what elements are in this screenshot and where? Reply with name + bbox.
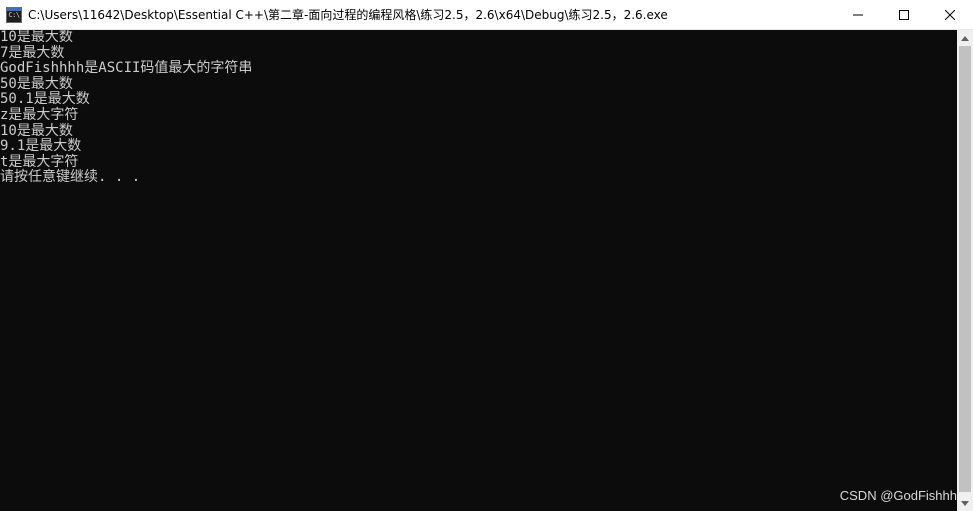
console-line: 7是最大数: [0, 44, 65, 61]
console-output[interactable]: 10是最大数 7是最大数 GodFishhhh是ASCII码值最大的字符串 50…: [0, 30, 957, 511]
chevron-down-icon: [961, 500, 969, 506]
console-line: 50.1是最大数: [0, 91, 90, 108]
scroll-down-button[interactable]: [957, 495, 973, 511]
vertical-scrollbar[interactable]: [957, 30, 973, 511]
close-button[interactable]: [927, 0, 973, 29]
scroll-up-button[interactable]: [957, 30, 973, 46]
console-line: GodFishhhh是ASCII码值最大的字符串: [0, 60, 253, 77]
chevron-up-icon: [961, 35, 969, 41]
console-prompt-line: 请按任意键继续. . .: [0, 169, 141, 186]
console-line: 50是最大数: [0, 75, 73, 92]
scroll-thumb[interactable]: [959, 46, 971, 492]
maximize-button[interactable]: [881, 0, 927, 29]
console-app-icon: C:\: [6, 6, 22, 23]
minimize-button[interactable]: [835, 0, 881, 29]
console-line: 10是最大数: [0, 30, 73, 45]
console-line: 10是最大数: [0, 122, 73, 139]
maximize-icon: [899, 9, 909, 20]
console-line: 9.1是最大数: [0, 138, 82, 155]
console-window: C:\ C:\Users\11642\Desktop\Essential C++…: [0, 0, 973, 511]
console-line: z是最大字符: [0, 106, 79, 123]
minimize-icon: [853, 14, 863, 15]
csdn-watermark: CSDN @GodFishhh: [839, 488, 957, 503]
caption-buttons: [835, 0, 973, 29]
title-bar[interactable]: C:\ C:\Users\11642\Desktop\Essential C++…: [0, 0, 973, 30]
window-title: C:\Users\11642\Desktop\Essential C++\第二章…: [28, 8, 668, 22]
close-icon: [945, 9, 955, 20]
console-line: t是最大字符: [0, 153, 79, 170]
